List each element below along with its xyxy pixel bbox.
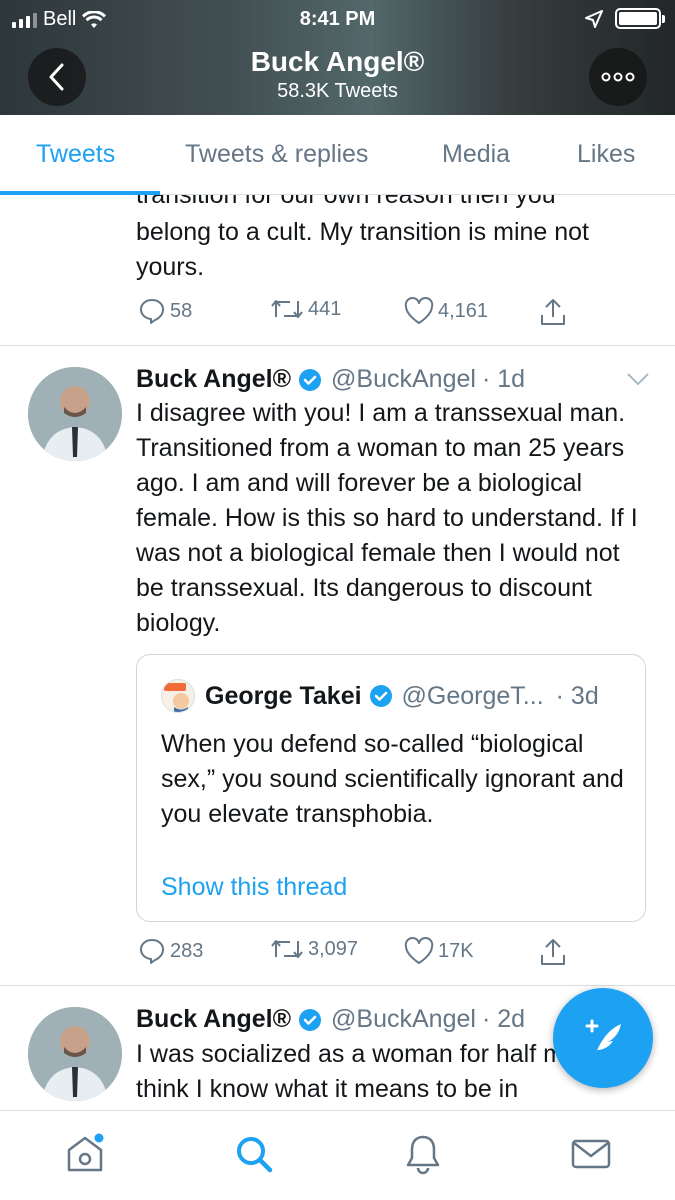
reply-icon bbox=[140, 299, 164, 324]
quoted-tweet-header: George Takei @GeorgeT... · 3d bbox=[161, 679, 599, 713]
verified-badge-icon bbox=[297, 367, 323, 393]
timeline[interactable]: transition for our own reason then you b… bbox=[0, 195, 675, 1110]
retweet-icon bbox=[271, 300, 303, 318]
more-options-button[interactable] bbox=[589, 48, 647, 106]
home-icon bbox=[67, 1133, 104, 1172]
tweet-timestamp[interactable]: · 1d bbox=[482, 365, 525, 394]
tweet-actions: 58 441 4,161 bbox=[0, 297, 675, 327]
tweet-divider bbox=[0, 985, 675, 986]
tweet-text: belong to a cult. My transition is mine … bbox=[136, 218, 590, 281]
reply-button[interactable]: 58 bbox=[138, 297, 192, 325]
share-button[interactable] bbox=[539, 937, 567, 967]
like-count: 4,161 bbox=[438, 299, 489, 322]
verified-badge-icon bbox=[368, 683, 394, 709]
retweet-button[interactable]: 441 bbox=[270, 297, 341, 321]
quoted-timestamp: · 3d bbox=[555, 681, 599, 710]
chevron-down-icon[interactable] bbox=[626, 372, 650, 386]
mail-icon bbox=[571, 1139, 611, 1169]
retweet-button[interactable]: 3,097 bbox=[270, 937, 358, 961]
avatar[interactable] bbox=[28, 1007, 122, 1101]
reply-icon bbox=[140, 939, 164, 964]
reply-count: 58 bbox=[170, 299, 193, 322]
like-count: 17K bbox=[438, 939, 474, 962]
retweet-count: 441 bbox=[308, 297, 342, 320]
bell-icon bbox=[406, 1135, 440, 1175]
nav-notifications[interactable] bbox=[400, 1131, 446, 1177]
share-icon bbox=[541, 939, 565, 965]
quoted-avatar bbox=[161, 679, 195, 713]
profile-header: Bell 8:41 PM Buck Angel® 58.3K Tweets bbox=[0, 0, 675, 115]
show-thread-link[interactable]: Show this thread bbox=[161, 873, 347, 902]
verified-badge-icon bbox=[297, 1007, 323, 1033]
like-button[interactable]: 4,161 bbox=[404, 297, 488, 325]
author-handle[interactable]: @BuckAngel bbox=[331, 1005, 476, 1034]
reply-button[interactable]: 283 bbox=[138, 937, 203, 965]
bottom-nav bbox=[0, 1110, 675, 1200]
avatar[interactable] bbox=[28, 367, 122, 461]
tweet-header: Buck Angel® @BuckAngel · 1d bbox=[136, 365, 525, 394]
tweet-count: 58.3K Tweets bbox=[277, 80, 398, 102]
compose-tweet-button[interactable] bbox=[553, 988, 653, 1088]
tweet-header: Buck Angel® @BuckAngel · 2d bbox=[136, 1005, 525, 1034]
retweet-icon bbox=[271, 940, 303, 958]
retweet-count: 3,097 bbox=[308, 937, 359, 960]
heart-icon bbox=[404, 937, 434, 964]
clock: 8:41 PM bbox=[299, 8, 376, 30]
tab-media[interactable]: Media bbox=[442, 115, 510, 169]
status-bar: Bell 8:41 PM bbox=[0, 0, 675, 38]
author-name[interactable]: Buck Angel® bbox=[136, 1005, 291, 1034]
author-name[interactable]: Buck Angel® bbox=[136, 365, 291, 394]
nav-search[interactable] bbox=[231, 1131, 277, 1177]
like-button[interactable]: 17K bbox=[404, 937, 474, 965]
nav-home[interactable] bbox=[62, 1131, 108, 1177]
tab-tweets[interactable]: Tweets bbox=[36, 115, 115, 169]
tweet-actions: 283 3,097 17K bbox=[0, 937, 675, 967]
profile-title: Buck Angel® 58.3K Tweets bbox=[0, 46, 675, 103]
more-dots-icon bbox=[601, 72, 635, 82]
compose-feather-icon bbox=[585, 1019, 621, 1056]
quoted-author-name: George Takei bbox=[205, 681, 362, 710]
nav-messages[interactable] bbox=[568, 1131, 614, 1177]
battery-icon bbox=[615, 8, 665, 29]
tab-likes[interactable]: Likes bbox=[577, 115, 635, 169]
quoted-tweet[interactable]: George Takei @GeorgeT... · 3d When you d… bbox=[136, 654, 646, 922]
tweet-divider bbox=[0, 345, 675, 346]
profile-name: Buck Angel® bbox=[250, 46, 425, 77]
share-button[interactable] bbox=[539, 297, 567, 327]
profile-tabs: Tweets Tweets & replies Media Likes bbox=[0, 115, 675, 195]
tweet-timestamp[interactable]: · 2d bbox=[482, 1005, 525, 1034]
tweet-text: I disagree with you! I am a transsexual … bbox=[136, 399, 638, 637]
tweet-text-cutoff: transition for our own reason then you bbox=[136, 195, 556, 209]
reply-count: 283 bbox=[170, 939, 204, 962]
author-handle[interactable]: @BuckAngel bbox=[331, 365, 476, 394]
quoted-author-handle: @GeorgeT... bbox=[401, 681, 544, 710]
heart-icon bbox=[404, 297, 434, 324]
quoted-tweet-text: When you defend so-called “biological se… bbox=[161, 730, 624, 828]
tab-tweets-and-replies[interactable]: Tweets & replies bbox=[185, 115, 368, 169]
search-icon bbox=[237, 1137, 273, 1173]
share-icon bbox=[541, 299, 565, 325]
location-arrow-icon bbox=[585, 9, 603, 28]
